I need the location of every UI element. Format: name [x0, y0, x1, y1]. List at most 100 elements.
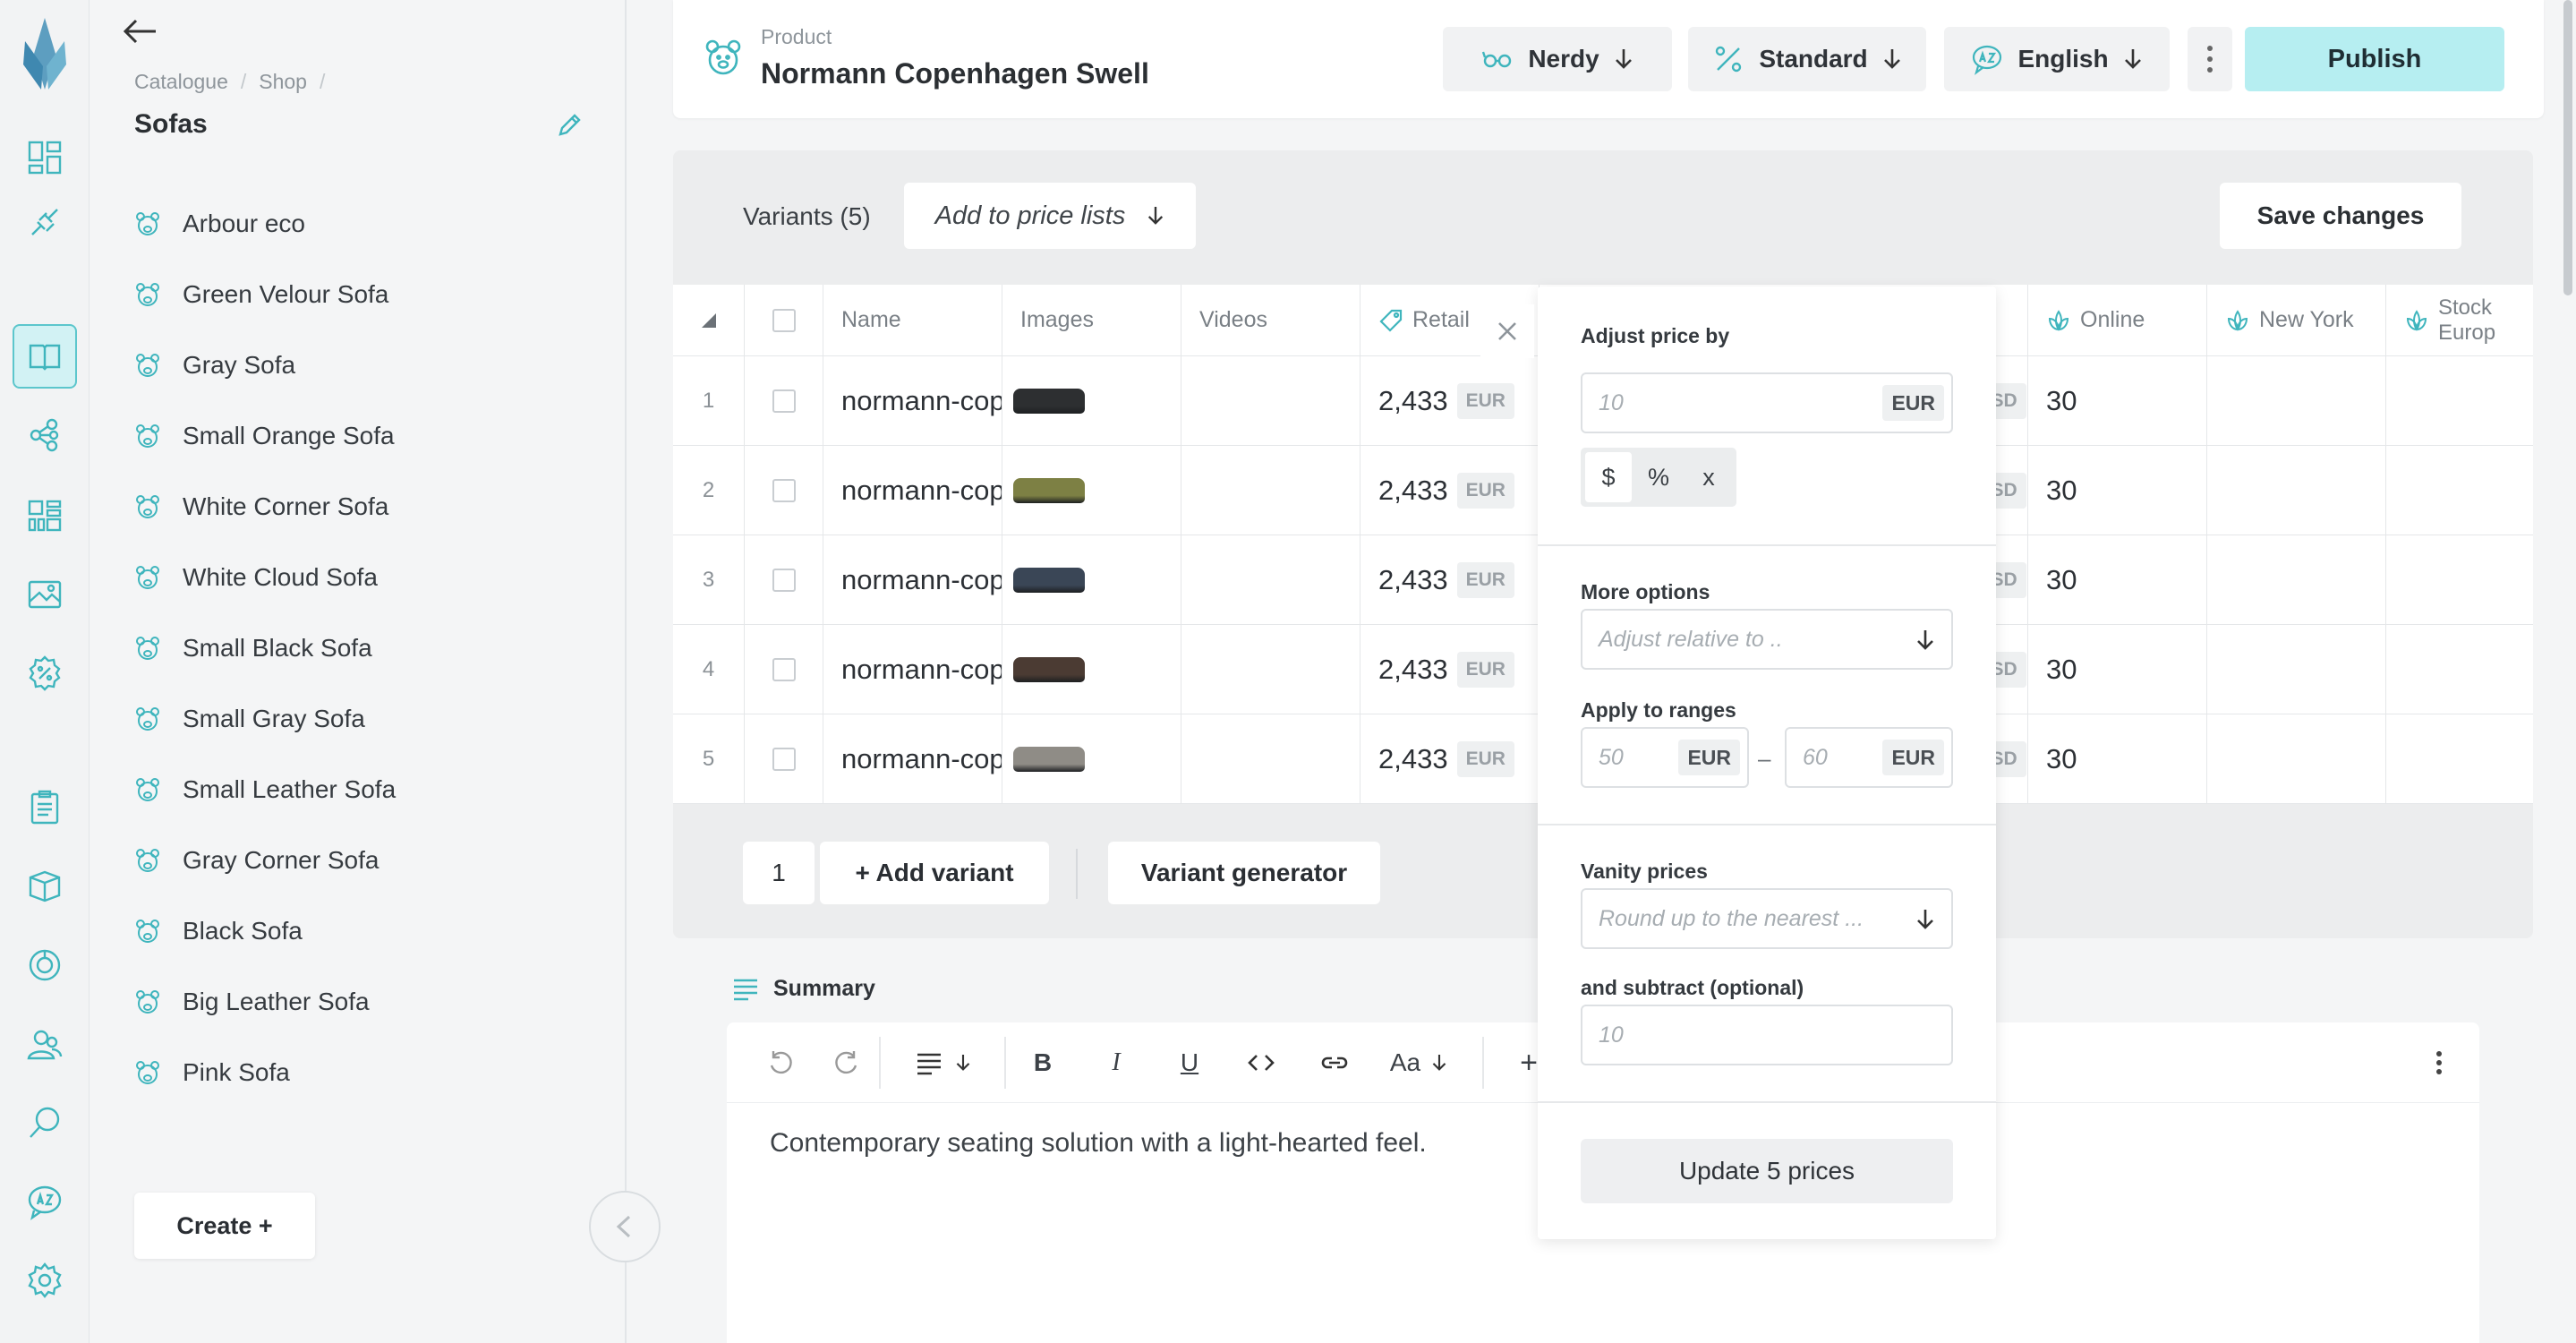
grid-icon[interactable] [13, 483, 77, 548]
add-variant-button[interactable]: + Add variant [820, 842, 1049, 904]
variant-video-cell[interactable] [1181, 356, 1361, 446]
product-list-item[interactable]: Small Black Sofa [134, 612, 396, 683]
editor-more-button[interactable] [2426, 1042, 2452, 1083]
catalogue-icon[interactable] [13, 324, 77, 389]
new-york-stock-cell[interactable] [2207, 356, 2386, 446]
product-list-item[interactable]: Arbour eco [134, 188, 396, 259]
variant-video-cell[interactable] [1181, 714, 1361, 804]
product-list-item[interactable]: White Cloud Sofa [134, 542, 396, 612]
column-header-images[interactable]: Images [1002, 285, 1181, 356]
mode-multiply-button[interactable]: x [1685, 452, 1732, 502]
product-list-item[interactable]: Small Leather Sofa [134, 754, 396, 825]
product-list-item[interactable]: Gray Corner Sofa [134, 825, 396, 895]
variant-image-cell[interactable] [1002, 356, 1181, 446]
orders-icon[interactable] [13, 775, 77, 840]
code-button[interactable] [1239, 1042, 1284, 1083]
media-icon[interactable] [13, 562, 77, 627]
variant-generator-button[interactable]: Variant generator [1108, 842, 1380, 904]
range-to-input[interactable]: 60 EUR [1785, 727, 1953, 788]
create-button[interactable]: Create + [134, 1193, 315, 1259]
variant-video-cell[interactable] [1181, 535, 1361, 625]
bold-button[interactable]: B [1022, 1042, 1063, 1083]
variant-image-cell[interactable] [1002, 535, 1181, 625]
retail-price-cell[interactable]: 2,433 EUR [1361, 714, 1540, 804]
retail-price-cell[interactable]: 2,433 EUR [1361, 446, 1540, 535]
stock-icon[interactable] [13, 854, 77, 919]
online-stock-cell[interactable]: 30 [2028, 356, 2207, 446]
variant-video-cell[interactable] [1181, 625, 1361, 714]
new-york-stock-cell[interactable] [2207, 714, 2386, 804]
subtract-input[interactable]: 10 [1581, 1005, 1953, 1065]
breadcrumb-catalogue[interactable]: Catalogue [134, 70, 228, 94]
align-dropdown[interactable] [902, 1042, 983, 1083]
publish-button[interactable]: Publish [2245, 27, 2504, 91]
variant-image-cell[interactable] [1002, 625, 1181, 714]
back-arrow-icon[interactable] [120, 16, 159, 47]
logo-icon[interactable] [20, 18, 70, 90]
tier-dropdown[interactable]: Standard [1688, 27, 1926, 91]
stock-europe-cell[interactable] [2386, 714, 2533, 804]
variant-name-cell[interactable]: normann-copenhagen-swell [823, 356, 1002, 446]
row-checkbox[interactable] [772, 569, 796, 592]
dashboard-icon[interactable] [13, 125, 77, 190]
summary-text[interactable]: Contemporary seating solution with a lig… [770, 1128, 1427, 1159]
product-list-item[interactable]: Black Sofa [134, 895, 396, 966]
column-header-name[interactable]: Name [823, 285, 1002, 356]
redo-button[interactable] [825, 1042, 866, 1083]
vanity-rounding-select[interactable]: Round up to the nearest ... [1581, 888, 1953, 949]
range-from-input[interactable]: 50 EUR [1581, 727, 1749, 788]
update-prices-button[interactable]: Update 5 prices [1581, 1139, 1953, 1203]
more-options-button[interactable] [2188, 27, 2232, 91]
product-list-item[interactable]: Green Velour Sofa [134, 259, 396, 329]
scrollbar-thumb[interactable] [2563, 0, 2572, 295]
adjust-relative-select[interactable]: Adjust relative to .. [1581, 609, 1953, 670]
sort-corner[interactable] [673, 285, 745, 356]
italic-button[interactable]: I [1096, 1042, 1137, 1083]
online-stock-cell[interactable]: 30 [2028, 446, 2207, 535]
product-list-item[interactable]: Small Orange Sofa [134, 400, 396, 471]
column-header-new-york[interactable]: New York [2207, 285, 2386, 356]
variant-count-input[interactable]: 1 [743, 842, 815, 904]
select-all-checkbox[interactable] [772, 308, 796, 332]
product-list-item[interactable]: Small Gray Sofa [134, 683, 396, 754]
variant-name-cell[interactable]: normann-copenhagen-swell [823, 714, 1002, 804]
row-checkbox[interactable] [772, 748, 796, 771]
link-button[interactable] [1312, 1042, 1357, 1083]
retail-price-cell[interactable]: 2,433 EUR [1361, 356, 1540, 446]
save-changes-button[interactable]: Save changes [2220, 183, 2461, 249]
variant-name-cell[interactable]: normann-copenhagen-swell [823, 446, 1002, 535]
variant-image-cell[interactable] [1002, 714, 1181, 804]
mode-percent-button[interactable]: % [1635, 452, 1682, 502]
row-checkbox[interactable] [772, 479, 796, 502]
column-header-stock-europe[interactable]: Stock Europ [2386, 285, 2533, 356]
stock-europe-cell[interactable] [2386, 446, 2533, 535]
online-stock-cell[interactable]: 30 [2028, 535, 2207, 625]
variant-name-cell[interactable]: normann-copenhagen-swell [823, 535, 1002, 625]
new-york-stock-cell[interactable] [2207, 535, 2386, 625]
mode-absolute-button[interactable]: $ [1585, 452, 1632, 502]
product-list-item[interactable]: Pink Sofa [134, 1037, 396, 1108]
page-scrollbar[interactable] [2558, 0, 2576, 1343]
search-icon[interactable] [13, 1091, 77, 1155]
settings-icon[interactable] [13, 1248, 77, 1313]
retail-price-cell[interactable]: 2,433 EUR [1361, 625, 1540, 714]
integrations-icon[interactable] [13, 190, 77, 254]
variant-name-cell[interactable]: normann-copenhagen-swell [823, 625, 1002, 714]
variant-image-cell[interactable] [1002, 446, 1181, 535]
stock-europe-cell[interactable] [2386, 356, 2533, 446]
add-to-price-lists-dropdown[interactable]: Add to price lists [904, 183, 1196, 249]
online-stock-cell[interactable]: 30 [2028, 714, 2207, 804]
new-york-stock-cell[interactable] [2207, 625, 2386, 714]
translate-icon[interactable] [13, 1169, 77, 1234]
adjust-price-input[interactable]: 10 EUR [1581, 372, 1953, 433]
language-dropdown[interactable]: English [1944, 27, 2170, 91]
stock-europe-cell[interactable] [2386, 535, 2533, 625]
close-popover-button[interactable] [1480, 304, 1534, 358]
customers-icon[interactable] [13, 1012, 77, 1076]
row-checkbox[interactable] [772, 658, 796, 681]
breadcrumb-shop[interactable]: Shop [259, 70, 307, 94]
row-checkbox[interactable] [772, 389, 796, 413]
variant-video-cell[interactable] [1181, 446, 1361, 535]
retail-price-cell[interactable]: 2,433 EUR [1361, 535, 1540, 625]
online-stock-cell[interactable]: 30 [2028, 625, 2207, 714]
